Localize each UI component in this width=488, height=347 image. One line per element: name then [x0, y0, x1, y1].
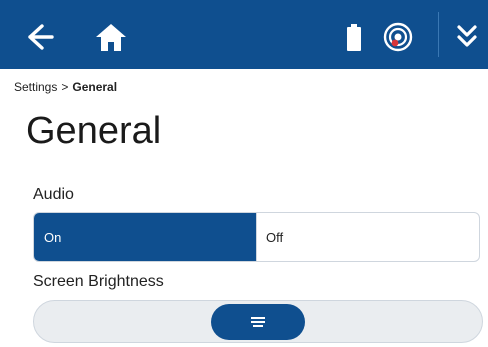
breadcrumb-separator: > — [61, 80, 69, 94]
header-divider — [438, 12, 439, 57]
top-bar — [0, 0, 488, 69]
audio-off-option[interactable]: Off — [256, 213, 479, 261]
audio-label: Audio — [33, 186, 74, 203]
home-icon[interactable] — [92, 20, 130, 54]
brightness-slider-track[interactable] — [33, 300, 483, 343]
target-icon[interactable] — [380, 18, 416, 56]
audio-on-option[interactable]: On — [34, 213, 256, 261]
battery-icon — [344, 20, 364, 54]
double-chevron-down-icon[interactable] — [452, 18, 482, 56]
back-arrow-icon[interactable] — [22, 20, 56, 54]
audio-toggle: On Off — [33, 212, 480, 262]
screen-brightness-label: Screen Brightness — [33, 273, 164, 290]
page-title: General — [26, 110, 162, 152]
grip-lines-icon — [251, 317, 265, 327]
breadcrumb-parent[interactable]: Settings — [14, 80, 57, 94]
breadcrumb-current: General — [72, 80, 118, 94]
breadcrumb: Settings > General — [14, 80, 117, 94]
brightness-slider-thumb[interactable] — [211, 304, 305, 340]
